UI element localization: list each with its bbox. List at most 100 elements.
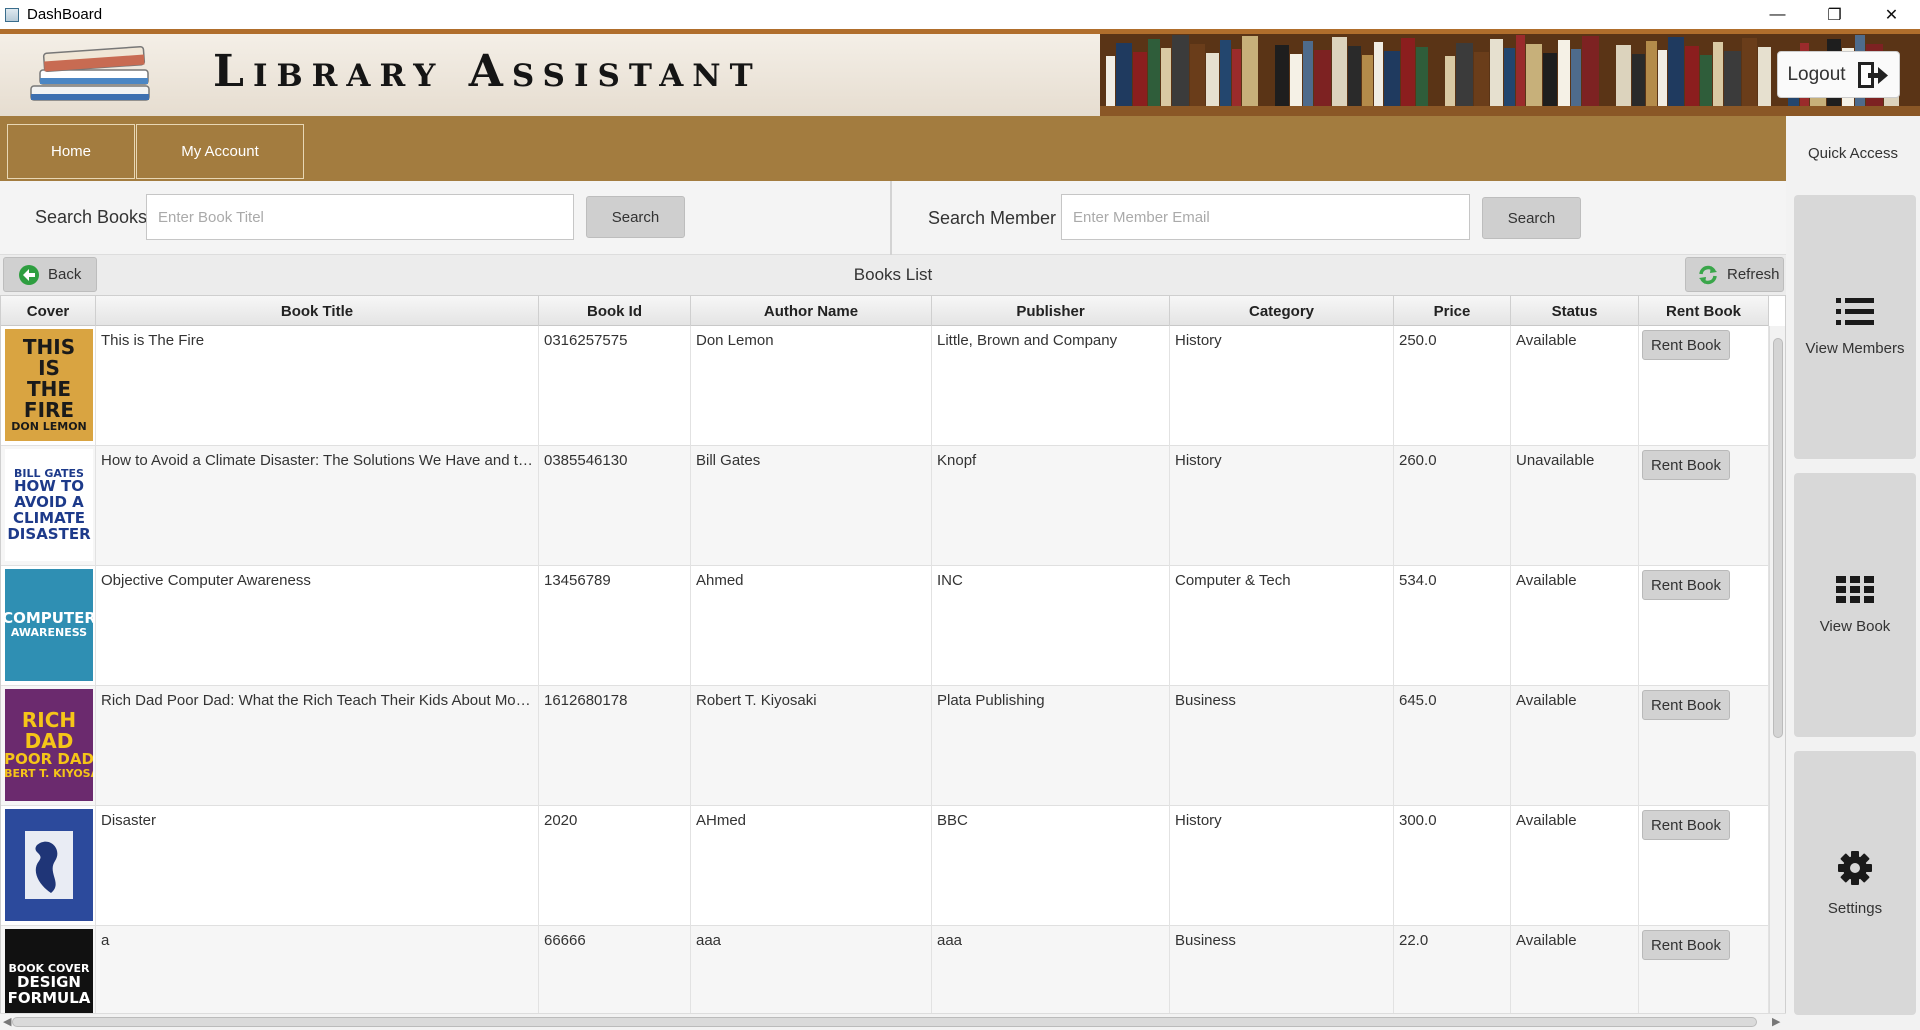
shelf-book-spine <box>1172 35 1189 106</box>
table-row[interactable]: RICHDADPOOR DADROBERT T. KIYOSAKIRich Da… <box>1 686 1769 806</box>
cell-cover: BILL GATES HOW TO AVOID A CLIMATE DISASTER <box>1 446 96 566</box>
shelf-book-spine <box>1543 53 1557 106</box>
book-cover-image: RICHDADPOOR DADROBERT T. KIYOSAKI <box>5 689 93 801</box>
cell-status: Available <box>1511 926 1639 1014</box>
cell-book-id: 66666 <box>539 926 691 1014</box>
shelf-book-spine <box>1700 55 1712 106</box>
shelf-book-spine <box>1362 55 1373 106</box>
cover-text: AWARENESS <box>10 626 88 640</box>
rent-book-button[interactable]: Rent Book <box>1642 930 1730 960</box>
column-header[interactable]: Status <box>1511 296 1639 326</box>
table-row[interactable]: THIS IS THE FIRE DON LEMON This is The Fire 03… <box>1 326 1769 446</box>
cover-text: ROBERT T. KIYOSAKI <box>5 767 93 781</box>
shelf-book-spine <box>1348 46 1361 106</box>
shelf-book-spine <box>1490 39 1503 106</box>
tab-home[interactable]: Home <box>7 124 135 179</box>
shelf-book-spine <box>1474 52 1489 106</box>
cover-text: FORMULA <box>7 988 91 1007</box>
search-member-input[interactable] <box>1061 194 1470 240</box>
rent-book-button[interactable]: Rent Book <box>1642 810 1730 840</box>
scroll-right-icon[interactable]: ▶ <box>1772 1015 1780 1028</box>
table-row[interactable]: BOOK COVER DESIGN FORMULA a 66666 aaa aaa Busin… <box>1 926 1769 1014</box>
cell-status: Available <box>1511 686 1639 806</box>
shelf-book-spine <box>1148 39 1160 106</box>
shelf-book-spine <box>1232 49 1241 106</box>
search-member-button-label: Search <box>1507 209 1556 227</box>
logout-button[interactable]: Logout <box>1777 51 1900 98</box>
cover-text: POOR DAD <box>5 750 93 769</box>
cover-text: DON LEMON <box>11 420 87 434</box>
rent-book-button[interactable]: Rent Book <box>1642 690 1730 720</box>
cell-category: History <box>1170 446 1394 566</box>
view-members-label: View Members <box>1805 339 1905 357</box>
column-header[interactable]: Cover <box>1 296 96 326</box>
rent-book-button[interactable]: Rent Book <box>1642 330 1730 360</box>
horizontal-scrollbar[interactable]: ◀ ▶ <box>0 1013 1786 1030</box>
search-member-button[interactable]: Search <box>1482 197 1581 239</box>
shelf-book-spine <box>1685 46 1699 106</box>
column-header[interactable]: Category <box>1170 296 1394 326</box>
table-row[interactable]: COMPUTER AWARENESS Objective Computer Awar… <box>1 566 1769 686</box>
shelf-book-spine <box>1616 45 1631 106</box>
book-cover-image: COMPUTER AWARENESS <box>5 569 93 681</box>
shelf-book-spine <box>1133 52 1147 106</box>
rent-book-button[interactable]: Rent Book <box>1642 570 1730 600</box>
horizontal-scroll-thumb[interactable] <box>12 1017 1757 1027</box>
books-logo-icon <box>30 45 150 101</box>
view-members-button[interactable]: View Members <box>1794 195 1916 459</box>
column-header[interactable]: Publisher <box>932 296 1170 326</box>
table-header: Cover Book Title Book Id Author Name Pub… <box>1 296 1769 326</box>
table-row[interactable]: BILL GATES HOW TO AVOID A CLIMATE DISASTER Ho… <box>1 446 1769 566</box>
column-header[interactable]: Book Id <box>539 296 691 326</box>
cover-text: FIRE <box>23 398 75 423</box>
shelf-book-spine <box>1416 47 1428 106</box>
cover-text: RICH <box>21 708 77 733</box>
search-books-input[interactable] <box>146 194 574 240</box>
nav-bar: Home My Account <box>0 116 1786 181</box>
column-header[interactable]: Book Title <box>96 296 539 326</box>
shelf-plank <box>1100 106 1920 116</box>
refresh-icon <box>1699 265 1717 284</box>
table-body: THIS IS THE FIRE DON LEMON This is The Fire 03… <box>1 326 1769 1014</box>
view-book-label: View Book <box>1819 617 1891 635</box>
cell-category: Computer & Tech <box>1170 566 1394 686</box>
view-book-button[interactable]: View Book <box>1794 473 1916 737</box>
cell-price: 300.0 <box>1394 806 1511 926</box>
shelf-book-spine <box>1558 40 1570 106</box>
grid-icon <box>1836 575 1874 603</box>
shelf-book-spine <box>1571 49 1581 106</box>
settings-button[interactable]: Settings <box>1794 751 1916 1015</box>
column-header[interactable]: Price <box>1394 296 1511 326</box>
cell-book-id: 1612680178 <box>539 686 691 806</box>
close-button[interactable]: ✕ <box>1863 0 1920 29</box>
cell-author: Bill Gates <box>691 446 932 566</box>
cell-category: Business <box>1170 926 1394 1014</box>
cell-book-id: 13456789 <box>539 566 691 686</box>
shelf-book-spine <box>1161 48 1171 106</box>
refresh-button[interactable]: Refresh <box>1685 257 1784 292</box>
window-title: DashBoard <box>27 6 103 23</box>
shelf-book-spine <box>1220 40 1231 106</box>
cell-book-title: This is The Fire <box>96 326 539 446</box>
vertical-scroll-thumb[interactable] <box>1773 338 1783 738</box>
cell-author: aaa <box>691 926 932 1014</box>
minimize-button[interactable]: — <box>1749 0 1806 29</box>
scroll-left-icon[interactable]: ◀ <box>3 1015 11 1028</box>
shelf-book-spine <box>1582 36 1599 106</box>
column-header[interactable]: Rent Book <box>1639 296 1769 326</box>
shelf-book-spine <box>1314 50 1331 106</box>
window-controls: — ❐ ✕ <box>1749 0 1920 29</box>
vertical-scrollbar[interactable] <box>1769 326 1785 1014</box>
cell-book-title: a <box>96 926 539 1014</box>
cell-publisher: INC <box>932 566 1170 686</box>
column-header[interactable]: Author Name <box>691 296 932 326</box>
table-row[interactable]: Disaster 2020 AHmed BBC History 300.0 Availabl… <box>1 806 1769 926</box>
cell-rent: Rent Book <box>1639 806 1769 926</box>
restore-button[interactable]: ❐ <box>1806 0 1863 29</box>
search-divider <box>890 181 892 255</box>
tab-my-account[interactable]: My Account <box>136 124 304 179</box>
rent-book-button[interactable]: Rent Book <box>1642 450 1730 480</box>
search-books-button[interactable]: Search <box>586 196 685 238</box>
cell-publisher: Knopf <box>932 446 1170 566</box>
cell-rent: Rent Book <box>1639 566 1769 686</box>
